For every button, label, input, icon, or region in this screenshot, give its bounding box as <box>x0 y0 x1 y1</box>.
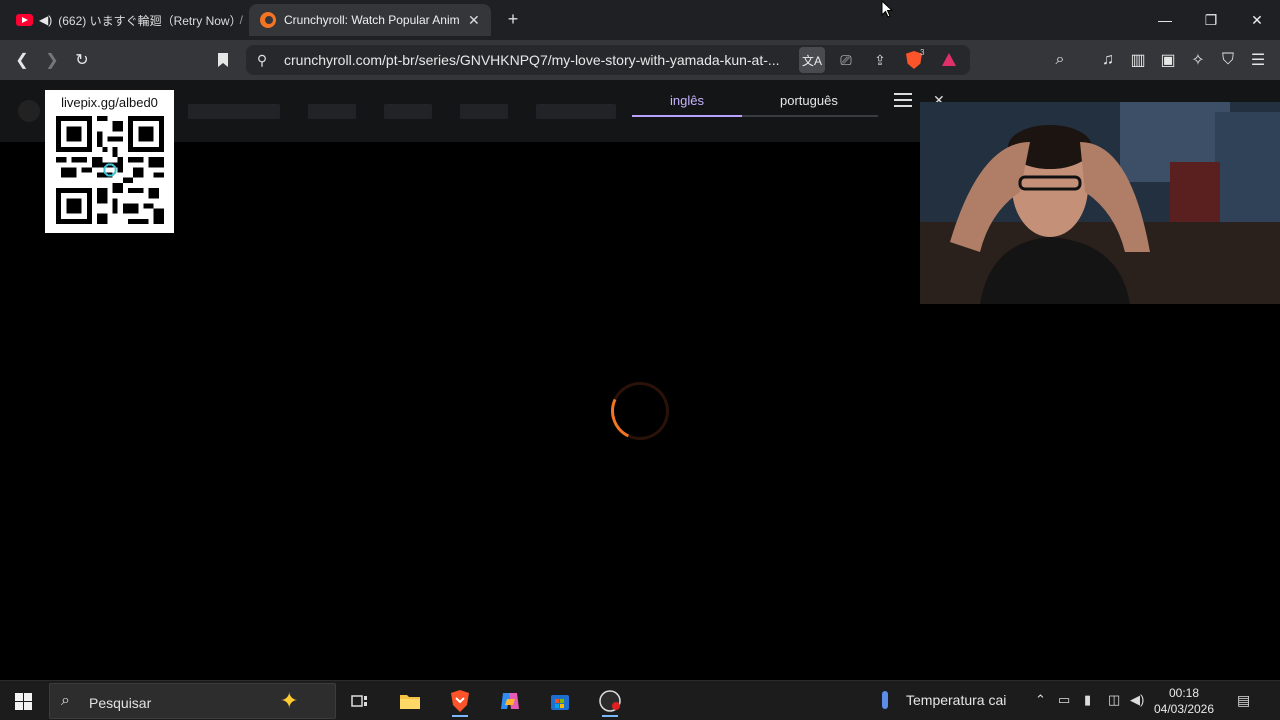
taskbar-search[interactable]: ⌕ Pesquisar ✦ <box>49 683 336 719</box>
meet-icon[interactable]: ◫ <box>1108 692 1120 708</box>
webcam-feed <box>920 102 1280 304</box>
page-content: inglês português ✕ livepix.gg/albed0 <box>0 80 1280 680</box>
url-text[interactable]: crunchyroll.com/pt-br/series/GNVHKNPQ7/m… <box>284 52 794 68</box>
close-tab-icon[interactable]: ✕ <box>468 12 480 29</box>
nav-placeholder <box>460 104 508 119</box>
menu-icon[interactable] <box>894 93 912 107</box>
start-button[interactable] <box>15 693 32 710</box>
youtube-icon <box>16 14 33 26</box>
tab-portuguese[interactable]: português <box>780 93 838 108</box>
clock[interactable]: 00:18 04/03/2026 <box>1152 685 1216 717</box>
network-icon[interactable]: ▭ <box>1058 692 1070 708</box>
menu-icon[interactable]: ☰ <box>1246 48 1270 72</box>
battery-icon[interactable]: ▮ <box>1084 692 1091 708</box>
tab-title: (662) いますぐ輪廻（Retry Now） <box>58 13 236 28</box>
microsoft-store-icon[interactable] <box>540 685 580 717</box>
webcam-overlay <box>920 102 1280 304</box>
copilot-icon[interactable] <box>490 685 530 717</box>
search-placeholder: Pesquisar <box>89 695 152 711</box>
loading-spinner <box>602 373 678 449</box>
nav-placeholder <box>188 104 280 119</box>
crunchyroll-icon <box>260 12 276 28</box>
sparkle-icon: ✦ <box>280 688 299 713</box>
reload-button[interactable]: ↻ <box>70 48 94 72</box>
restore-button[interactable]: ❐ <box>1188 0 1234 40</box>
speaker-icon[interactable]: ◀) <box>39 13 52 27</box>
brave-icon[interactable] <box>440 685 480 717</box>
thermometer-icon <box>882 691 888 709</box>
qr-overlay: livepix.gg/albed0 <box>45 90 174 233</box>
share-icon[interactable]: ⇪ <box>870 50 890 70</box>
mouse-cursor-icon <box>881 0 893 18</box>
tab-youtube[interactable]: ◀) (662) いますぐ輪廻（Retry Now） / <box>8 6 243 34</box>
language-selector: inglês português ✕ <box>618 80 945 124</box>
nav-placeholder <box>384 104 432 119</box>
obs-icon[interactable] <box>590 685 630 717</box>
translate-icon[interactable]: 文A <box>799 47 825 73</box>
nav-placeholder <box>308 104 356 119</box>
file-explorer-icon[interactable] <box>390 685 430 717</box>
tab-title: Crunchyroll: Watch Popular Anim <box>284 13 460 27</box>
brave-rewards-icon[interactable] <box>942 53 956 66</box>
chevron-up-icon[interactable]: ⌃ <box>1035 692 1046 708</box>
screen: ◀) (662) いますぐ輪廻（Retry Now） / Crunchyroll… <box>0 0 1280 720</box>
weather-text: Temperatura cai <box>906 692 1007 708</box>
leo-ai-icon[interactable]: ✧ <box>1186 48 1210 72</box>
tab-separator: / <box>239 13 243 27</box>
wallet-icon[interactable]: ▣ <box>1156 48 1180 72</box>
sidebar-icon[interactable]: ▥ <box>1126 48 1150 72</box>
cast-icon[interactable]: ⎚ <box>836 50 856 70</box>
back-button[interactable]: ❮ <box>10 48 34 72</box>
logo-placeholder <box>18 100 40 122</box>
search-icon: ⌕ <box>61 692 70 709</box>
address-bar[interactable]: ⚲ crunchyroll.com/pt-br/series/GNVHKNPQ7… <box>246 45 970 75</box>
weather-widget[interactable]: Temperatura cai <box>882 691 1006 709</box>
new-tab-button[interactable]: + <box>503 9 523 29</box>
bookmark-icon[interactable] <box>211 48 235 72</box>
clock-time: 00:18 <box>1168 686 1200 700</box>
site-info-icon[interactable]: ⚲ <box>252 50 272 70</box>
active-tab-indicator <box>632 115 742 117</box>
vpn-icon[interactable]: ⛉ <box>1216 48 1240 72</box>
notification-icon[interactable]: ▤ <box>1237 692 1250 709</box>
taskbar: ⌕ Pesquisar ✦ Temperatura cai ⌃ ▭ ▮ ◫ ◀)… <box>0 680 1280 720</box>
clock-date: 04/03/2026 <box>1153 702 1215 716</box>
shields-badge: 3 <box>920 48 925 57</box>
tab-crunchyroll[interactable]: Crunchyroll: Watch Popular Anim ✕ <box>249 4 491 36</box>
qr-label: livepix.gg/albed0 <box>61 95 158 110</box>
tab-english[interactable]: inglês <box>670 93 704 108</box>
media-icon[interactable]: ♫ <box>1096 48 1120 72</box>
task-view-icon[interactable] <box>340 685 380 717</box>
minimize-button[interactable]: — <box>1142 0 1188 40</box>
qr-code <box>56 116 164 224</box>
forward-button[interactable]: ❯ <box>40 48 64 72</box>
tab-search-icon[interactable]: ⌕ <box>1048 48 1072 72</box>
tab-strip: ◀) (662) いますぐ輪廻（Retry Now） / Crunchyroll… <box>0 0 1280 40</box>
volume-icon[interactable]: ◀) <box>1130 692 1144 708</box>
nav-placeholder <box>536 104 616 119</box>
close-window-button[interactable]: ✕ <box>1234 0 1280 40</box>
